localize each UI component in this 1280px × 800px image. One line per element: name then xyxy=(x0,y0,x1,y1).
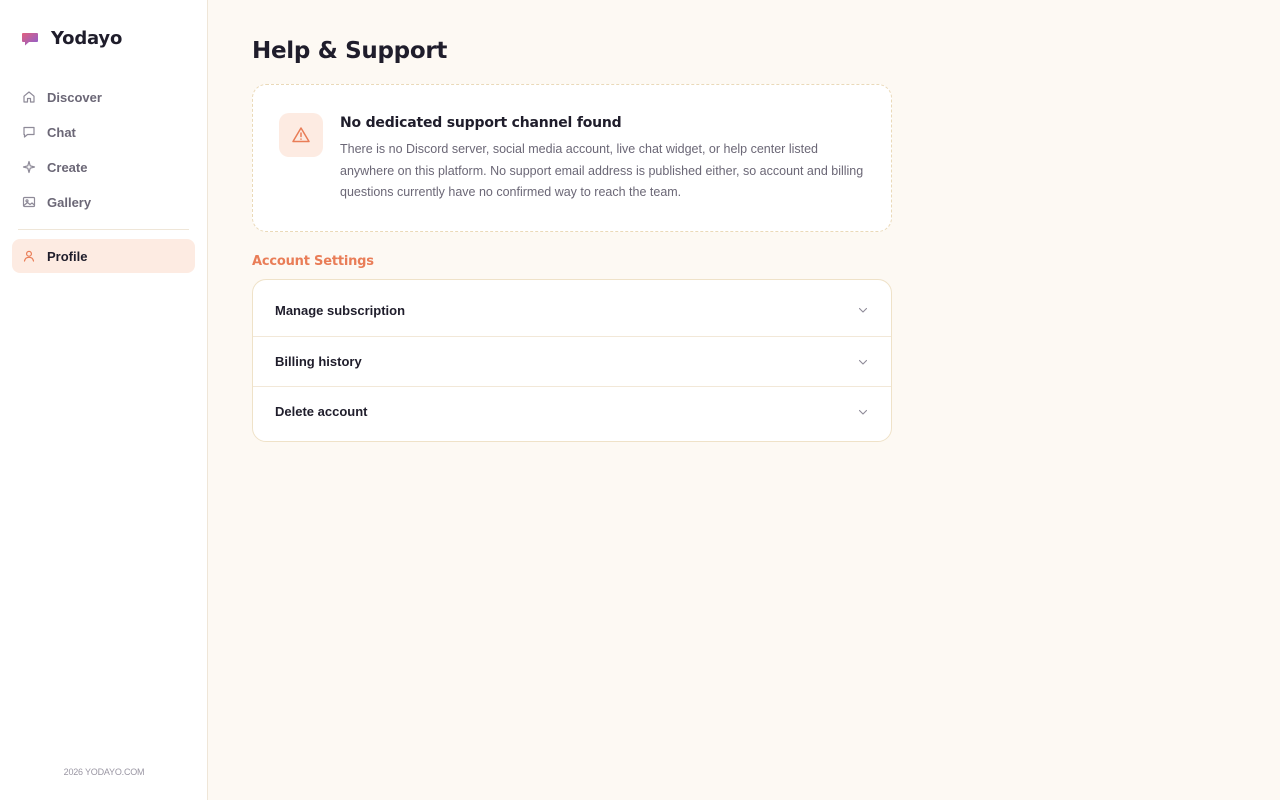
sparkle-icon xyxy=(22,160,36,174)
sidebar-item-label: Create xyxy=(47,159,88,175)
sidebar: Yodayo Discover Chat Create Gallery Prof… xyxy=(0,0,208,800)
speech-bubble-logo-icon xyxy=(22,32,38,45)
sidebar-item-label: Discover xyxy=(47,89,102,105)
accordion-item-label: Billing history xyxy=(275,354,362,369)
image-icon xyxy=(22,196,36,208)
chevron-down-icon xyxy=(858,409,868,415)
sidebar-item-discover[interactable]: Discover xyxy=(12,80,195,114)
sidebar-nav: Discover Chat Create Gallery Profile xyxy=(12,80,195,274)
accordion-item-label: Manage subscription xyxy=(275,302,406,318)
brand-name: Yodayo xyxy=(51,28,123,49)
page-title: Help & Support xyxy=(252,38,448,64)
sidebar-item-create[interactable]: Create xyxy=(12,150,195,184)
sidebar-item-label: Chat xyxy=(47,124,76,140)
sidebar-item-profile[interactable]: Profile xyxy=(12,239,195,273)
chevron-down-icon xyxy=(858,359,868,365)
section-heading-account-settings: Account Settings xyxy=(252,254,374,269)
home-icon xyxy=(23,91,35,103)
accordion-item-label: Delete account xyxy=(275,404,368,419)
chat-icon xyxy=(23,126,35,138)
accordion-item-delete-account[interactable]: Delete account xyxy=(253,386,891,441)
notice-title: No dedicated support channel found xyxy=(340,115,622,131)
sidebar-divider xyxy=(18,229,189,230)
brand[interactable]: Yodayo xyxy=(21,28,122,49)
warning-icon xyxy=(292,127,310,143)
accordion-item-manage-subscription[interactable]: Manage subscription xyxy=(253,280,891,336)
sidebar-item-gallery[interactable]: Gallery xyxy=(12,185,195,219)
sidebar-item-label: Gallery xyxy=(47,194,92,210)
notice-icon-container xyxy=(279,113,323,157)
footer-copyright: 2026 YODAYO.COM xyxy=(63,767,145,777)
accordion-item-billing-history[interactable]: Billing history xyxy=(253,336,891,386)
sidebar-item-label: Profile xyxy=(47,248,88,264)
user-icon xyxy=(23,250,35,262)
account-settings-accordion: Manage subscription Billing history Dele… xyxy=(252,279,892,442)
support-notice-card: No dedicated support channel found There… xyxy=(252,84,892,232)
chevron-down-icon xyxy=(858,307,868,313)
notice-body: There is no Discord server, social media… xyxy=(340,142,864,199)
sidebar-item-chat[interactable]: Chat xyxy=(12,115,195,149)
